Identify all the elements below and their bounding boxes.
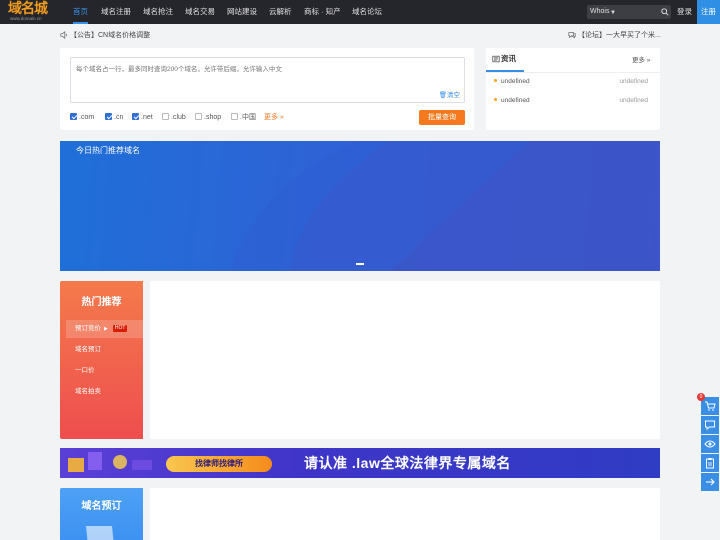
announcement[interactable]: 【公告】CN域名价格调整 — [60, 30, 150, 42]
cart-icon — [705, 401, 716, 411]
hot-item-auction[interactable]: 域名拍卖 — [66, 383, 143, 401]
checkbox[interactable] — [195, 113, 202, 120]
forum-notice[interactable]: 【论坛】一大早买了个米... — [568, 30, 661, 42]
carousel-indicator[interactable] — [356, 263, 364, 265]
preorder-content-area — [150, 488, 660, 540]
login-link[interactable]: 登录 — [677, 0, 692, 24]
view-button[interactable] — [701, 435, 719, 453]
trash-icon: 🗑 — [438, 92, 447, 99]
tld-checkbox-shop[interactable]: .shop — [195, 113, 221, 123]
divider — [486, 72, 660, 73]
law-domain-ad[interactable]: 找律师找律所 请认准 .law全球法律界专属域名 — [60, 448, 660, 478]
banner-title: 今日热门推荐域名 — [76, 146, 140, 155]
nav-domain-snap[interactable]: 域名抢注 — [143, 0, 173, 24]
hot-item-fixed-price[interactable]: 一口价 — [66, 362, 143, 380]
tld-checkbox-cn[interactable]: .cn — [105, 113, 123, 123]
hot-content-area — [150, 281, 660, 439]
banner-decoration — [230, 141, 660, 271]
nav-forum[interactable]: 域名论坛 — [352, 0, 382, 24]
whois-input[interactable] — [620, 7, 658, 17]
domain-search-panel: 🗑清空 .com .cn .net .club .shop .中国 更多 » 批… — [60, 48, 474, 130]
arrow-right-icon: ▶ — [104, 326, 108, 332]
clipboard-button[interactable] — [701, 454, 719, 472]
checkbox[interactable] — [132, 113, 139, 120]
whois-select[interactable]: Whois — [590, 5, 609, 19]
tld-checkbox-com[interactable]: .com — [70, 113, 94, 123]
tld-checkbox-zhongguo[interactable]: .中国 — [231, 113, 256, 123]
tab-news[interactable]: 资讯 — [486, 48, 524, 72]
cart-count-badge: 0 — [697, 393, 705, 401]
site-logo[interactable]: 域名城 www.domain.cn — [8, 2, 58, 22]
arrow-right-icon — [706, 478, 715, 486]
nav-trademark[interactable]: 商标 · 知产 — [304, 0, 341, 24]
news-more-link[interactable]: 更多 » — [632, 54, 650, 64]
checkbox[interactable] — [70, 113, 77, 120]
announcement-text: 【公告】CN域名价格调整 — [70, 32, 151, 39]
register-button[interactable]: 注册 — [697, 0, 720, 24]
preorder-sidebar: 域名预订 — [60, 488, 143, 540]
domain-query-input[interactable] — [76, 63, 456, 93]
hot-item-preorder[interactable]: 域名预订 — [66, 341, 143, 359]
search-icon[interactable] — [661, 8, 669, 16]
domain-query-box: 🗑清空 — [70, 57, 465, 103]
checkbox[interactable] — [162, 113, 169, 120]
preorder-title: 域名预订 — [81, 501, 122, 512]
message-button[interactable] — [701, 416, 719, 434]
go-button[interactable] — [701, 473, 719, 491]
nav-home[interactable]: 首页 — [73, 0, 88, 24]
checkbox[interactable] — [105, 113, 112, 120]
ad-headline: 请认准 .law全球法律界专属域名 — [304, 455, 511, 471]
bullet-icon — [494, 79, 497, 82]
batch-query-button[interactable]: 批量查询 — [419, 110, 465, 125]
news-item[interactable]: undefined undefined — [494, 76, 652, 88]
nav-domain-register[interactable]: 域名注册 — [101, 0, 131, 24]
newspaper-icon — [492, 55, 500, 63]
forum-notice-text: 【论坛】一大早买了个米... — [578, 32, 661, 39]
caret-down-icon[interactable]: ▼ — [610, 6, 616, 20]
speaker-icon — [60, 31, 67, 40]
nav-cloud-dns[interactable]: 云解析 — [269, 0, 292, 24]
hot-badge: HOT — [112, 325, 128, 332]
nav-website-build[interactable]: 网站建设 — [227, 0, 257, 24]
clipboard-icon — [706, 458, 714, 469]
tld-checkbox-club[interactable]: .club — [162, 113, 186, 123]
hot-title: 热门推荐 — [81, 297, 122, 308]
hot-domain-banner[interactable]: 今日热门推荐域名 — [60, 141, 660, 271]
eye-icon — [704, 440, 716, 448]
clear-button[interactable]: 🗑清空 — [439, 89, 460, 99]
hot-item-bidding[interactable]: 预订竞价 ▶ HOT — [66, 320, 143, 338]
top-nav: 域名城 www.domain.cn 首页 域名注册 域名抢注 域名交易 网站建设… — [0, 0, 720, 24]
nav-domain-trade[interactable]: 域名交易 — [185, 0, 215, 24]
message-icon — [705, 420, 715, 431]
more-tld-link[interactable]: 更多 » — [264, 113, 284, 123]
bullet-icon — [494, 98, 497, 101]
laptop-icon — [86, 526, 114, 540]
tld-checkbox-net[interactable]: .net — [132, 113, 153, 123]
news-panel: 资讯 更多 » undefined undefined undefined un… — [486, 48, 660, 130]
hot-recommend-sidebar: 热门推荐 预订竞价 ▶ HOT 域名预订 一口价 域名拍卖 — [60, 281, 143, 439]
chat-icon — [568, 32, 576, 39]
logo-url: www.domain.cn — [10, 16, 42, 21]
news-item[interactable]: undefined undefined — [494, 95, 652, 107]
checkbox[interactable] — [231, 113, 238, 120]
logo-text: 域名城 — [8, 1, 48, 17]
whois-search-box: Whois ▼ — [587, 5, 671, 19]
ad-lawyer-button[interactable]: 找律师找律所 — [166, 456, 272, 472]
